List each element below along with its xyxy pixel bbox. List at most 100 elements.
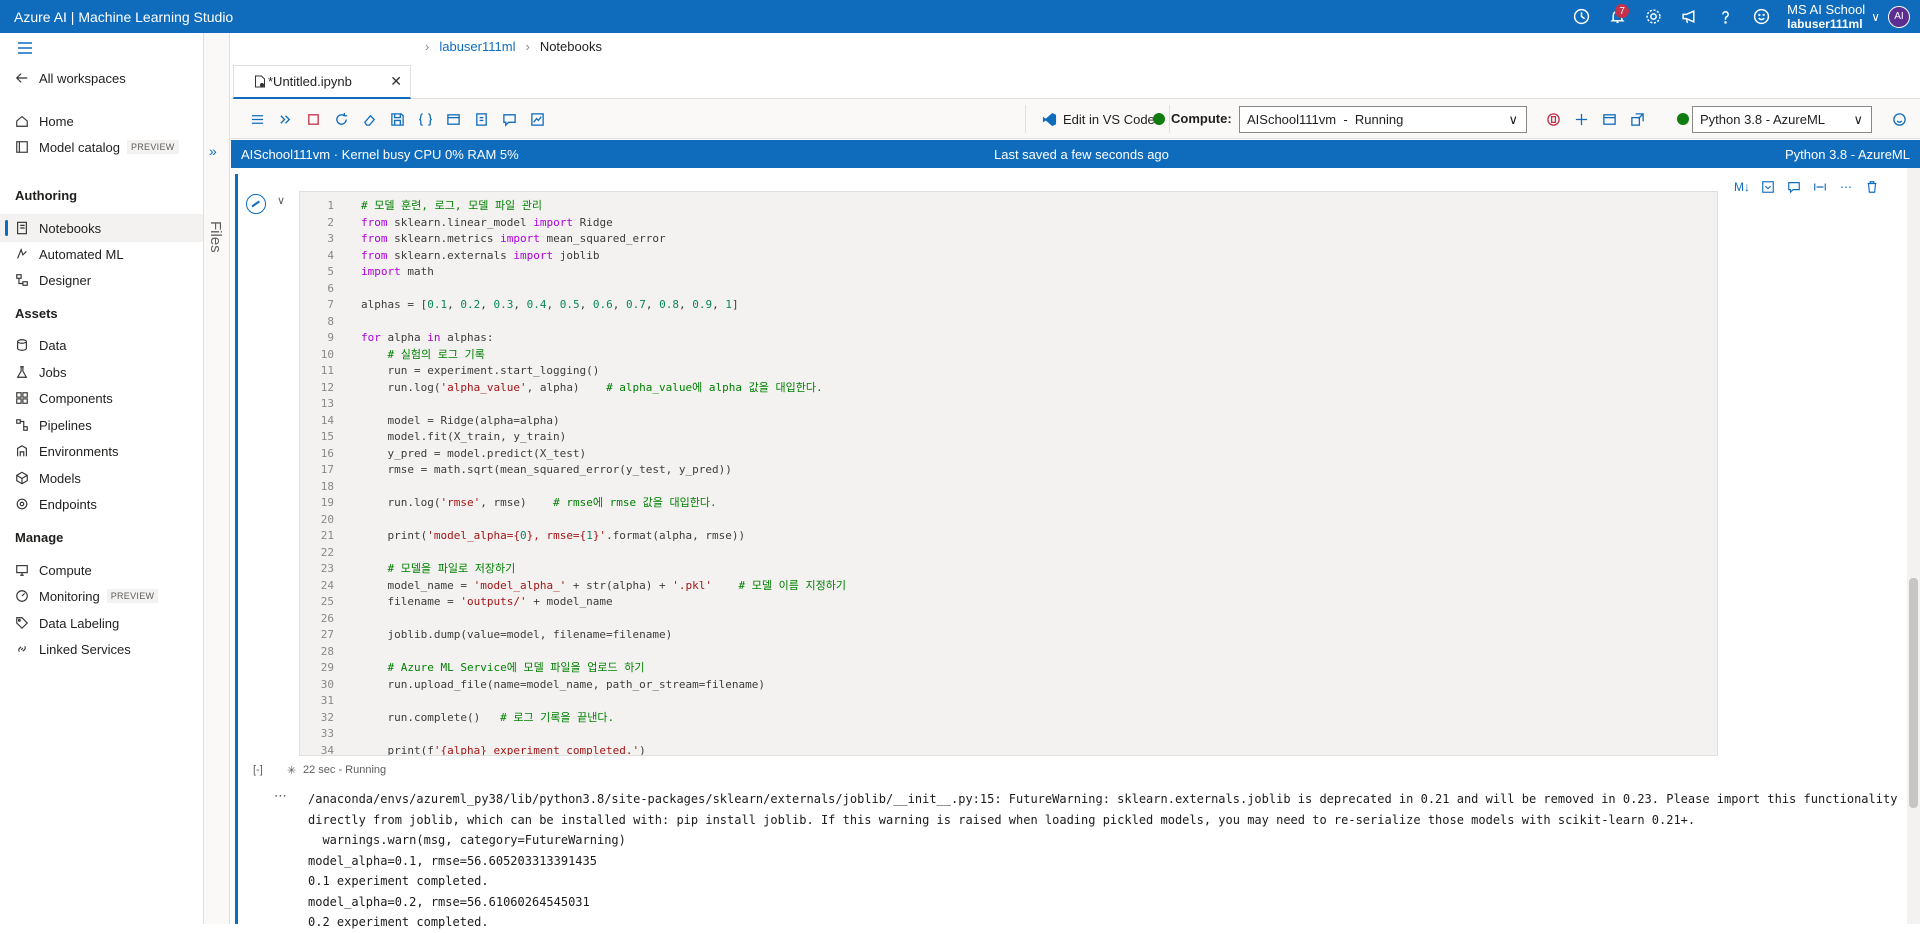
- sidebar-item-jobs[interactable]: Jobs: [0, 358, 203, 386]
- sidebar-item-automated-ml[interactable]: Automated ML: [0, 240, 203, 268]
- code-line[interactable]: 23 # 모델을 파일로 저장하기: [300, 561, 1717, 577]
- sidebar-item-designer[interactable]: Designer: [0, 266, 203, 294]
- menu-icon[interactable]: [245, 107, 269, 131]
- compute-select[interactable]: AISchool111vm - Running ∨: [1239, 106, 1527, 133]
- close-icon[interactable]: ✕: [390, 73, 402, 90]
- comment-icon[interactable]: [497, 107, 521, 131]
- run-all-icon[interactable]: [273, 107, 297, 131]
- output-menu-icon[interactable]: ⋯: [274, 788, 287, 804]
- code-line[interactable]: 34 print(f'{alpha} experiment completed.…: [300, 743, 1717, 756]
- code-line[interactable]: 22: [300, 545, 1717, 561]
- stop-icon[interactable]: [301, 107, 325, 131]
- terminal-icon[interactable]: [1597, 107, 1621, 131]
- eraser-icon[interactable]: [357, 107, 381, 131]
- outline-icon[interactable]: [441, 107, 465, 131]
- code-line[interactable]: 32 run.complete() # 로그 기록을 끝낸다.: [300, 710, 1717, 726]
- code-line[interactable]: 27 joblib.dump(value=model, filename=fil…: [300, 627, 1717, 643]
- notebook-scrollbar[interactable]: [1907, 168, 1920, 924]
- smiley-icon[interactable]: [1743, 0, 1779, 33]
- code-line[interactable]: 2 from sklearn.linear_model import Ridge: [300, 215, 1717, 231]
- code-line[interactable]: 20: [300, 512, 1717, 528]
- more-options-icon[interactable]: ⋯: [1835, 176, 1857, 198]
- all-workspaces-link[interactable]: All workspaces: [0, 64, 203, 92]
- chart-icon[interactable]: [525, 107, 549, 131]
- code-line[interactable]: 6: [300, 281, 1717, 297]
- document-icon[interactable]: [469, 107, 493, 131]
- split-cell-icon[interactable]: [1809, 176, 1831, 198]
- code-line[interactable]: 33: [300, 726, 1717, 742]
- cell-running-icon[interactable]: [246, 194, 266, 214]
- scrollbar-thumb[interactable]: [1909, 578, 1918, 808]
- sidebar-item-model-catalog[interactable]: Model catalog PREVIEW: [0, 133, 203, 161]
- megaphone-icon[interactable]: [1671, 0, 1707, 33]
- chevron-down-icon[interactable]: ∨: [277, 194, 285, 207]
- code-line[interactable]: 21 print('model_alpha={0}, rmse={1}'.for…: [300, 528, 1717, 544]
- restart-icon[interactable]: [329, 107, 353, 131]
- edit-in-vscode-button[interactable]: Edit in VS Code: [1025, 105, 1170, 133]
- markdown-toggle-icon[interactable]: M↓: [1731, 176, 1753, 198]
- code-line[interactable]: 5 import math: [300, 264, 1717, 280]
- code-line[interactable]: 28: [300, 644, 1717, 660]
- breadcrumb-workspace[interactable]: labuser111ml: [439, 39, 515, 54]
- code-line[interactable]: 14 model = Ridge(alpha=alpha): [300, 413, 1717, 429]
- code-line[interactable]: 12 run.log('alpha_value', alpha) # alpha…: [300, 380, 1717, 396]
- code-line[interactable]: 7 alphas = [0.1, 0.2, 0.3, 0.4, 0.5, 0.6,…: [300, 297, 1717, 313]
- code-line[interactable]: 9 for alpha in alphas:: [300, 330, 1717, 346]
- sidebar-item-environments[interactable]: Environments: [0, 437, 203, 465]
- sidebar-item-linked-services[interactable]: Linked Services: [0, 635, 203, 663]
- sidebar-item-home[interactable]: Home: [0, 107, 203, 135]
- sidebar-item-data[interactable]: Data: [0, 331, 203, 359]
- save-icon[interactable]: [385, 107, 409, 131]
- open-external-icon[interactable]: [1625, 107, 1649, 131]
- kernel-select[interactable]: Python 3.8 - AzureML ∨: [1692, 106, 1872, 133]
- run-by-line-icon[interactable]: [1757, 176, 1779, 198]
- code-line[interactable]: 18: [300, 479, 1717, 495]
- variables-icon[interactable]: [413, 107, 437, 131]
- code-line[interactable]: 11 run = experiment.start_logging(): [300, 363, 1717, 379]
- code-line[interactable]: 3 from sklearn.metrics import mean_square…: [300, 231, 1717, 247]
- sidebar-item-notebooks[interactable]: Notebooks: [0, 214, 203, 242]
- tab-untitled-notebook[interactable]: *Untitled.ipynb ✕: [233, 65, 411, 99]
- sidebar-item-components[interactable]: Components: [0, 384, 203, 412]
- code-line[interactable]: 29 # Azure ML Service에 모델 파일을 업로드 하기: [300, 660, 1717, 676]
- sidebar-item-data-labeling[interactable]: Data Labeling: [0, 609, 203, 637]
- code-line[interactable]: 8: [300, 314, 1717, 330]
- stop-compute-icon[interactable]: [1541, 107, 1565, 131]
- code-line[interactable]: 25 filename = 'outputs/' + model_name: [300, 594, 1717, 610]
- code-line[interactable]: 19 run.log('rmse', rmse) # rmse에 rmse 값을…: [300, 495, 1717, 511]
- notifications-button[interactable]: 7: [1599, 0, 1635, 33]
- kernel-refresh-icon[interactable]: [1887, 107, 1911, 131]
- app-title[interactable]: Azure AI | Machine Learning Studio: [0, 9, 233, 25]
- help-icon[interactable]: [1707, 0, 1743, 33]
- code-line[interactable]: 1 # 모델 훈련, 로그, 모델 파일 관리: [300, 198, 1717, 214]
- files-toggle[interactable]: Files: [207, 221, 224, 253]
- add-icon[interactable]: [1569, 107, 1593, 131]
- delete-icon[interactable]: [1861, 176, 1883, 198]
- expand-icon[interactable]: »: [209, 143, 217, 159]
- sidebar-item-monitoring[interactable]: Monitoring PREVIEW: [0, 582, 203, 610]
- code-line[interactable]: 26: [300, 611, 1717, 627]
- sidebar-item-endpoints[interactable]: Endpoints: [0, 490, 203, 518]
- comment-icon[interactable]: [1783, 176, 1805, 198]
- code-line[interactable]: 30 run.upload_file(name=model_name, path…: [300, 677, 1717, 693]
- code-editor[interactable]: 1 # 모델 훈련, 로그, 모델 파일 관리 2 from sklearn.line…: [299, 191, 1718, 756]
- avatar[interactable]: AI: [1888, 5, 1910, 28]
- code-line[interactable]: 13: [300, 396, 1717, 412]
- code-line[interactable]: 31: [300, 693, 1717, 709]
- sidebar-item-compute[interactable]: Compute: [0, 556, 203, 584]
- history-icon[interactable]: [1563, 0, 1599, 33]
- chevron-down-icon: ∨: [1853, 112, 1863, 127]
- code-line[interactable]: 24 model_name = 'model_alpha_' + str(alp…: [300, 578, 1717, 594]
- sidebar-item-models[interactable]: Models: [0, 464, 203, 492]
- user-menu[interactable]: MS AI School labuser111ml: [1787, 2, 1865, 32]
- code-line[interactable]: 17 rmse = math.sqrt(mean_squared_error(y…: [300, 462, 1717, 478]
- gear-icon[interactable]: [1635, 0, 1671, 33]
- code-line[interactable]: 16 y_pred = model.predict(X_test): [300, 446, 1717, 462]
- hamburger-icon[interactable]: [17, 41, 33, 58]
- code-line[interactable]: 10 # 실험의 로그 기록: [300, 347, 1717, 363]
- code-line[interactable]: 4 from sklearn.externals import joblib: [300, 248, 1717, 264]
- code-text: joblib.dump(value=model, filename=filena…: [361, 628, 673, 641]
- sidebar-item-pipelines[interactable]: Pipelines: [0, 411, 203, 439]
- chevron-down-icon[interactable]: ∨: [1871, 10, 1880, 24]
- code-line[interactable]: 15 model.fit(X_train, y_train): [300, 429, 1717, 445]
